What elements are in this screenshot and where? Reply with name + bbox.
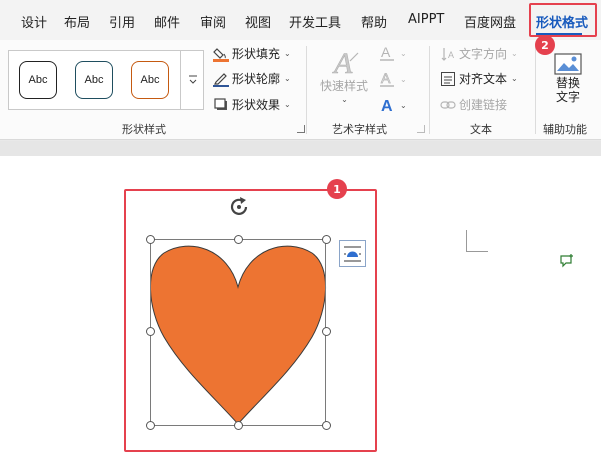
chevron-down-icon: ⌄	[284, 74, 291, 83]
chevron-down-icon: ⌄	[400, 74, 407, 84]
svg-text:A: A	[381, 98, 393, 114]
create-link-label: 创建链接	[459, 98, 508, 112]
shape-styles-launcher-icon[interactable]	[297, 125, 305, 133]
pen-outline-icon	[213, 71, 229, 87]
text-effects-button[interactable]: A ⌄	[378, 96, 407, 114]
link-icon	[440, 100, 456, 109]
gallery-more-button[interactable]	[180, 50, 204, 110]
tab-references[interactable]: 引用	[109, 12, 135, 31]
alt-text-label-line2: 文字	[555, 90, 580, 104]
wordart-a-icon: A	[332, 47, 359, 79]
text-effects-icon: A	[381, 98, 393, 114]
text-fill-button[interactable]: A ⌄	[378, 44, 407, 62]
alt-text-label-line1: 替换	[555, 76, 580, 90]
tab-layout[interactable]: 布局	[64, 12, 90, 31]
svg-text:A: A	[448, 50, 454, 60]
shape-style-swatch-1[interactable]: Abc	[19, 61, 57, 99]
svg-text:A: A	[381, 70, 391, 86]
text-fill-icon: A	[380, 44, 394, 61]
annotation-highlight-tab	[529, 3, 597, 37]
group-label-accessibility: 辅助功能	[543, 123, 587, 136]
chevron-down-icon: ⌄	[341, 95, 348, 104]
align-text-label: 对齐文本	[459, 72, 508, 86]
new-comment-icon[interactable]	[559, 253, 575, 269]
chevron-down-icon: ⌄	[284, 49, 291, 58]
chevron-down-icon: ⌄	[511, 49, 518, 58]
tab-review[interactable]: 审阅	[200, 12, 226, 31]
shape-style-swatch-2[interactable]: Abc	[75, 61, 113, 99]
tab-developer[interactable]: 开发工具	[289, 12, 341, 31]
shape-effects-label: 形状效果	[232, 98, 281, 112]
chevron-down-icon: ⌄	[511, 74, 518, 83]
shape-fill-button[interactable]: 形状填充 ⌄	[213, 45, 291, 62]
wordart-launcher-icon[interactable]	[417, 125, 425, 133]
gallery-expand-icon	[188, 75, 197, 84]
create-link-button[interactable]: 创建链接	[440, 96, 507, 113]
text-outline-button[interactable]: A ⌄	[378, 70, 407, 88]
group-separator	[429, 46, 430, 134]
group-separator	[535, 46, 536, 134]
group-label-text: 文本	[470, 123, 492, 136]
tab-help[interactable]: 帮助	[361, 12, 387, 31]
wordart-quick-styles-button[interactable]: A 快速样式 ⌄	[318, 47, 370, 107]
group-label-shape-styles: 形状样式	[122, 123, 166, 136]
page-margin-corner-mark	[466, 230, 488, 252]
text-direction-button[interactable]: A 文字方向 ⌄	[440, 45, 518, 62]
text-direction-icon: A	[441, 47, 454, 61]
shape-fill-label: 形状填充	[232, 47, 281, 61]
shape-style-swatch-3[interactable]: Abc	[131, 61, 169, 99]
text-direction-label: 文字方向	[459, 47, 508, 61]
tab-baidu-netdisk[interactable]: 百度网盘	[464, 12, 516, 31]
ribbon-tab-bar: 设计 布局 引用 邮件 审阅 视图 开发工具 帮助 AIPPT 百度网盘 形状格…	[0, 0, 601, 40]
svg-text:A: A	[381, 44, 391, 60]
alt-text-icon	[554, 53, 582, 75]
tab-aippt[interactable]: AIPPT	[408, 12, 444, 27]
align-text-button[interactable]: 对齐文本 ⌄	[440, 70, 518, 87]
annotation-badge-2: 2	[535, 35, 555, 55]
shape-outline-label: 形状轮廓	[232, 72, 281, 86]
paint-bucket-icon	[213, 46, 229, 62]
svg-text:A: A	[332, 47, 353, 79]
chevron-down-icon: ⌄	[400, 100, 407, 110]
chevron-down-icon: ⌄	[284, 100, 291, 109]
tab-design[interactable]: 设计	[21, 12, 47, 31]
align-text-icon	[441, 71, 455, 86]
tab-view[interactable]: 视图	[245, 12, 271, 31]
group-separator	[306, 46, 307, 134]
shape-style-gallery[interactable]: Abc Abc Abc	[8, 50, 204, 110]
shape-effects-icon	[213, 97, 229, 113]
text-outline-icon: A	[380, 70, 394, 87]
tab-mailings[interactable]: 邮件	[154, 12, 180, 31]
quick-styles-label: 快速样式	[319, 79, 368, 93]
annotation-highlight-shape	[124, 189, 377, 452]
group-label-wordart-styles: 艺术字样式	[332, 123, 387, 136]
chevron-down-icon: ⌄	[400, 48, 407, 58]
annotation-badge-1: 1	[327, 179, 347, 199]
shape-outline-button[interactable]: 形状轮廓 ⌄	[213, 70, 291, 87]
alt-text-button[interactable]: 替换 文字	[546, 52, 590, 104]
shape-effects-button[interactable]: 形状效果 ⌄	[213, 96, 291, 113]
